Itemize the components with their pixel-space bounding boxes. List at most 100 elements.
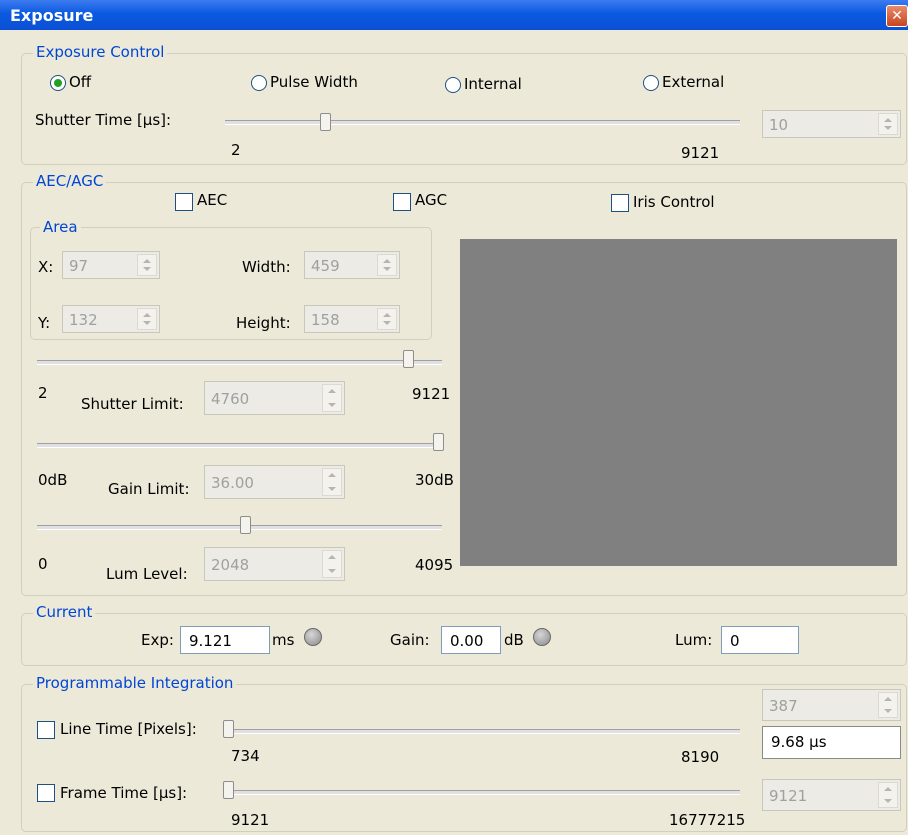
lum-level-spinbox[interactable]: 2048 [204,547,345,581]
iris-control-label: Iris Control [633,193,715,211]
spin-arrows-icon[interactable] [137,254,157,276]
lum-value: 0 [730,632,740,650]
shutter-time-min: 2 [231,141,241,159]
frame-time-min: 9121 [231,811,270,829]
line-time-min: 734 [231,747,260,765]
gain-limit-label: Gain Limit: [108,480,190,498]
lum-label: Lum: [675,631,713,649]
shutter-limit-min: 2 [38,384,48,402]
title-bar: Exposure ✕ [0,0,908,30]
area-x-label: X: [38,258,54,276]
lum-level-min: 0 [38,555,48,573]
exp-value: 9.121 [189,632,232,650]
radio-off-label: Off [69,73,92,91]
frame-time-checkbox[interactable] [37,784,55,802]
frame-time-slider[interactable] [228,790,740,795]
current-title: Current [33,603,96,621]
gain-label: Gain: [390,631,430,649]
line-time-checkbox[interactable] [37,721,55,739]
window-title: Exposure [10,6,94,25]
area-height-spinbox[interactable]: 158 [304,305,400,333]
spin-arrows-icon[interactable] [137,308,157,330]
gain-display: 0.00 [441,626,501,654]
line-time-value: 387 [769,697,798,715]
spin-arrows-icon[interactable] [878,113,898,135]
exp-status-led-icon [304,628,322,646]
lum-level-slider-thumb[interactable] [240,516,251,534]
shutter-time-slider-thumb[interactable] [320,113,331,131]
area-x-value: 97 [69,257,89,275]
shutter-time-value: 10 [769,116,789,134]
spin-arrows-icon[interactable] [377,308,397,330]
gain-unit: dB [504,631,524,649]
close-button[interactable]: ✕ [886,5,908,27]
shutter-limit-spinbox[interactable]: 4760 [204,381,345,415]
area-y-spinbox[interactable]: 132 [62,305,160,333]
aec-agc-title: AEC/AGC [33,172,107,190]
shutter-limit-label: Shutter Limit: [81,395,184,413]
area-x-spinbox[interactable]: 97 [62,251,160,279]
line-time-spinbox[interactable]: 387 [762,689,901,721]
gain-limit-spinbox[interactable]: 36.00 [204,465,345,499]
radio-external-label: External [662,73,725,91]
line-time-duration: 9.68 µs [771,733,827,751]
spin-arrows-icon[interactable] [878,692,898,718]
gain-limit-slider-thumb[interactable] [433,433,444,451]
radio-internal-label: Internal [464,75,522,93]
gain-limit-slider[interactable] [37,443,442,448]
shutter-limit-value: 4760 [211,390,250,408]
exp-display: 9.121 [180,626,270,654]
spin-arrows-icon[interactable] [878,782,898,808]
spin-arrows-icon[interactable] [322,384,342,412]
spin-arrows-icon[interactable] [377,254,397,276]
radio-pulse-width[interactable] [251,75,267,91]
frame-time-value: 9121 [769,787,808,805]
area-width-spinbox[interactable]: 459 [304,251,400,279]
shutter-time-slider[interactable] [225,120,740,125]
area-width-label: Width: [242,258,291,276]
lum-display: 0 [721,626,799,654]
exposure-control-group [21,53,907,165]
radio-off[interactable] [50,75,66,91]
lum-level-value: 2048 [211,556,250,574]
frame-time-label: Frame Time [µs]: [60,784,188,802]
agc-label: AGC [415,191,448,209]
frame-time-slider-thumb[interactable] [223,781,234,799]
radio-external[interactable] [643,75,659,91]
gain-status-led-icon [533,628,551,646]
shutter-limit-slider[interactable] [37,360,442,365]
frame-time-max: 16777215 [669,811,746,829]
line-time-slider[interactable] [228,729,740,734]
programmable-integration-title: Programmable Integration [33,674,237,692]
shutter-time-label: Shutter Time [µs]: [35,111,172,129]
area-preview[interactable] [460,239,897,566]
frame-time-spinbox[interactable]: 9121 [762,779,901,811]
iris-control-checkbox[interactable] [611,194,629,212]
spin-arrows-icon[interactable] [322,468,342,496]
line-time-max: 8190 [681,748,720,766]
shutter-time-spinbox[interactable]: 10 [762,110,901,138]
area-title: Area [40,218,81,236]
exp-label: Exp: [141,631,174,649]
spin-arrows-icon[interactable] [322,550,342,578]
gain-limit-value: 36.00 [211,474,254,492]
radio-internal[interactable] [445,77,461,93]
gain-value: 0.00 [450,632,484,650]
agc-checkbox[interactable] [393,193,411,211]
line-time-slider-thumb[interactable] [223,720,234,738]
shutter-limit-slider-thumb[interactable] [403,350,414,368]
lum-level-max: 4095 [415,556,454,574]
aec-checkbox[interactable] [175,193,193,211]
radio-pulse-width-label: Pulse Width [270,73,358,91]
area-width-value: 459 [311,257,340,275]
aec-label: AEC [197,191,228,209]
area-y-value: 132 [69,311,98,329]
exposure-control-title: Exposure Control [33,43,168,61]
area-height-value: 158 [311,311,340,329]
area-y-label: Y: [38,314,51,332]
shutter-time-max: 9121 [681,144,720,162]
gain-limit-max: 30dB [415,471,454,489]
gain-limit-min: 0dB [38,471,68,489]
line-time-display: 9.68 µs [762,726,901,759]
line-time-label: Line Time [Pixels]: [60,720,197,738]
